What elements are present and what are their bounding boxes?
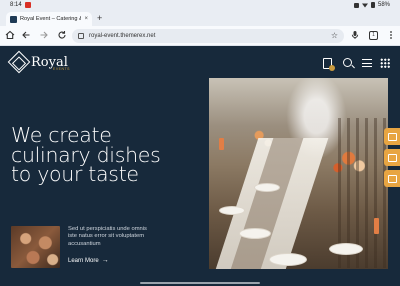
browser-tab[interactable]: Royal Event – Catering & W × xyxy=(6,12,92,26)
hero-heading: We create culinary dishes to your taste xyxy=(11,125,191,186)
address-bar[interactable]: royal-event.themerex.net ☆ xyxy=(72,29,344,43)
tab-title: Royal Event – Catering & W xyxy=(20,16,81,22)
browser-toolbar: royal-event.themerex.net ☆ 1 xyxy=(0,26,400,46)
notification-icon xyxy=(25,2,31,8)
bookmark-star-icon[interactable]: ☆ xyxy=(331,32,338,40)
learn-more-label: Learn More xyxy=(68,257,99,264)
banquet-table-photo xyxy=(209,78,388,269)
photo-candle xyxy=(219,138,224,150)
photo-plate xyxy=(269,253,307,266)
favicon-icon xyxy=(10,15,17,23)
battery-icon xyxy=(370,2,375,8)
close-tab-icon[interactable]: × xyxy=(84,16,88,22)
side-book-icon[interactable] xyxy=(384,149,400,166)
battery-level: 58% xyxy=(377,2,390,8)
photo-plate xyxy=(219,206,245,215)
side-floating-tabs xyxy=(384,128,400,191)
forward-arrow-icon[interactable] xyxy=(38,30,50,42)
cart-badge xyxy=(329,65,335,71)
photo-plate xyxy=(254,183,280,192)
url-text: royal-event.themerex.net xyxy=(89,33,156,39)
hamburger-menu-icon[interactable] xyxy=(362,59,372,67)
arrow-right-icon: → xyxy=(101,257,109,264)
reload-icon[interactable] xyxy=(56,30,68,42)
new-tab-button[interactable]: + xyxy=(97,13,102,23)
side-cart-icon[interactable] xyxy=(384,128,400,145)
search-icon[interactable] xyxy=(343,58,352,67)
status-icons: 58% xyxy=(353,2,390,8)
tab-strip: Royal Event – Catering & W × + xyxy=(0,11,400,26)
gesture-bar[interactable] xyxy=(140,282,260,284)
header-icons xyxy=(0,58,400,72)
web-page: Royal EVENTS We create culinary dishes t… xyxy=(0,46,400,286)
home-icon[interactable] xyxy=(4,30,16,42)
grid-dots-icon[interactable] xyxy=(380,58,390,68)
photo-candle xyxy=(374,218,379,234)
alarm-icon xyxy=(353,2,359,8)
photo-plate xyxy=(239,228,271,239)
back-arrow-icon[interactable] xyxy=(20,30,32,42)
more-vertical-icon[interactable] xyxy=(385,30,397,42)
photo-plate xyxy=(329,243,363,255)
learn-more-link[interactable]: Learn More → xyxy=(68,257,109,264)
status-bar: 8:14 58% xyxy=(0,0,400,11)
hero-line-3: to your taste xyxy=(11,162,139,186)
side-docs-icon[interactable] xyxy=(384,170,400,187)
canapes-thumbnail-image xyxy=(11,226,60,268)
tab-switcher-button[interactable]: 1 xyxy=(369,31,378,40)
tune-icon[interactable] xyxy=(78,33,84,39)
mic-icon[interactable] xyxy=(349,30,361,42)
status-time: 8:14 xyxy=(10,2,22,8)
hero-description: Sed ut perspiciatis unde omnis iste natu… xyxy=(68,226,147,247)
wifi-icon xyxy=(361,3,368,8)
